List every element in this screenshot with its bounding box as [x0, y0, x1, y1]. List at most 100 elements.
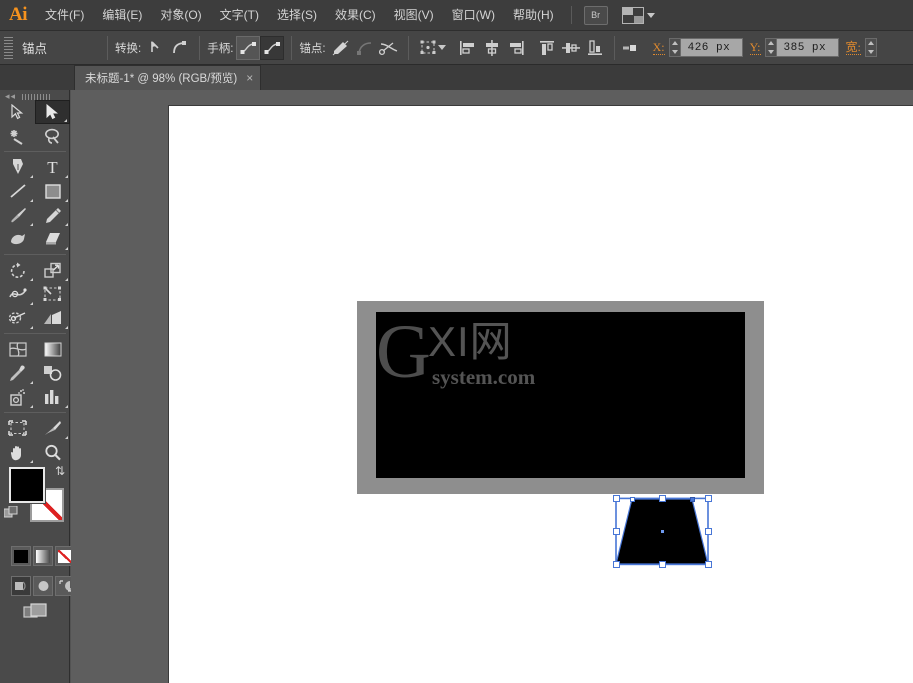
align-horizontal-center-icon[interactable]: [480, 36, 504, 60]
align-bottom-icon[interactable]: [583, 36, 607, 60]
swap-fill-stroke-icon[interactable]: ⇅: [55, 464, 65, 478]
remove-anchor-icon[interactable]: [329, 36, 353, 60]
artboard-tool[interactable]: [0, 416, 35, 440]
symbol-sprayer-tool[interactable]: [0, 385, 35, 409]
handles-label: 手柄:: [207, 42, 234, 55]
divider: [613, 35, 615, 60]
isolate-selected-object-icon[interactable]: [622, 36, 646, 60]
width-label: 宽:: [845, 39, 861, 55]
default-fill-stroke-icon[interactable]: [3, 505, 18, 520]
free-transform-tool[interactable]: [35, 282, 70, 306]
x-input[interactable]: 426 px: [680, 38, 743, 57]
menu-select[interactable]: 选择(S): [268, 4, 326, 27]
menu-object[interactable]: 对象(O): [151, 4, 210, 27]
blend-tool[interactable]: [35, 361, 70, 385]
menu-help[interactable]: 帮助(H): [504, 4, 563, 27]
lasso-tool[interactable]: [35, 124, 70, 148]
rotate-tool[interactable]: [0, 258, 35, 282]
y-stepper[interactable]: [764, 38, 777, 57]
menu-bar: Ai 文件(F) 编辑(E) 对象(O) 文字(T) 选择(S) 效果(C) 视…: [0, 0, 913, 31]
selection-handle[interactable]: [704, 528, 712, 535]
perspective-grid-tool[interactable]: [35, 306, 70, 330]
control-bar-grip[interactable]: [4, 36, 13, 59]
app-logo: Ai: [9, 4, 28, 25]
eyedropper-tool[interactable]: [0, 361, 35, 385]
selected-shape[interactable]: [169, 106, 913, 683]
divider: [407, 35, 409, 60]
y-field[interactable]: 385 px: [764, 38, 839, 57]
pen-tool[interactable]: [0, 155, 35, 179]
y-input[interactable]: 385 px: [776, 38, 839, 57]
bridge-button[interactable]: Br: [583, 5, 608, 25]
selection-handle[interactable]: [612, 495, 620, 502]
direct-selection-tool[interactable]: [35, 100, 70, 124]
transform-reference-icon[interactable]: [416, 36, 440, 60]
convert-to-smooth-icon[interactable]: [168, 36, 192, 60]
align-top-icon[interactable]: [535, 36, 559, 60]
line-segment-tool[interactable]: [0, 179, 35, 203]
show-handles-icon[interactable]: [236, 35, 261, 60]
convert-to-corner-icon[interactable]: [144, 36, 168, 60]
column-graph-tool[interactable]: [35, 385, 70, 409]
fill-stroke-swatches: ⇅: [0, 462, 70, 540]
x-stepper[interactable]: [668, 38, 681, 57]
selection-handle[interactable]: [612, 528, 620, 535]
path-anchor-point-selected[interactable]: [689, 496, 695, 502]
selection-tool[interactable]: [0, 100, 35, 124]
scale-tool[interactable]: [35, 258, 70, 282]
path-anchor-point[interactable]: [629, 496, 635, 502]
cut-path-icon[interactable]: [377, 36, 401, 60]
connect-anchor-icon[interactable]: [353, 36, 377, 60]
y-label: Y:: [749, 39, 761, 55]
menu-window[interactable]: 窗口(W): [443, 4, 504, 27]
selection-handle[interactable]: [612, 561, 620, 568]
pencil-tool[interactable]: [35, 203, 70, 227]
selection-handle[interactable]: [658, 561, 666, 568]
selection-handle[interactable]: [704, 495, 712, 502]
menu-file[interactable]: 文件(F): [36, 4, 93, 27]
gradient-mode-button[interactable]: [33, 546, 53, 566]
mesh-tool[interactable]: [0, 337, 35, 361]
align-right-icon[interactable]: [504, 36, 528, 60]
align-left-icon[interactable]: [456, 36, 480, 60]
width-stepper[interactable]: [864, 38, 877, 57]
convert-label: 转换:: [115, 42, 142, 55]
control-bar-title: 锚点: [22, 42, 48, 56]
gradient-tool[interactable]: [35, 337, 70, 361]
control-bar: 锚点 转换: 手柄: 锚点: X: 426 px Y: 385 px 宽:: [0, 31, 913, 65]
paintbrush-tool[interactable]: [0, 203, 35, 227]
color-mode-button[interactable]: [11, 546, 31, 566]
align-vertical-center-icon[interactable]: [559, 36, 583, 60]
shape-builder-tool[interactable]: [0, 306, 35, 330]
magic-wand-tool[interactable]: [0, 124, 35, 148]
artboard[interactable]: G XI网 system.com: [168, 105, 913, 683]
change-screen-mode-button[interactable]: [23, 602, 49, 622]
anchor-label: 锚点:: [299, 42, 326, 55]
menu-edit[interactable]: 编辑(E): [93, 4, 151, 27]
type-tool[interactable]: T: [35, 155, 70, 179]
fill-swatch[interactable]: [8, 466, 46, 504]
zoom-tool[interactable]: [35, 440, 70, 464]
color-mode-row: [11, 546, 75, 566]
eraser-tool[interactable]: [35, 227, 70, 251]
draw-normal-button[interactable]: [11, 576, 31, 596]
rectangle-tool[interactable]: [35, 179, 70, 203]
menu-view[interactable]: 视图(V): [385, 4, 443, 27]
hide-handles-icon[interactable]: [260, 35, 285, 60]
canvas-area[interactable]: G XI网 system.com: [71, 90, 913, 683]
x-field[interactable]: 426 px: [668, 38, 743, 57]
slice-tool[interactable]: [35, 416, 70, 440]
chevron-down-icon: [646, 12, 655, 18]
selection-center-point: [660, 530, 664, 533]
selection-handle[interactable]: [658, 495, 666, 502]
close-icon[interactable]: ×: [246, 72, 253, 84]
blob-brush-tool[interactable]: [0, 227, 35, 251]
workspace-switcher[interactable]: [621, 6, 655, 24]
width-tool[interactable]: [0, 282, 35, 306]
menu-effect[interactable]: 效果(C): [326, 4, 385, 27]
draw-behind-button[interactable]: [33, 576, 53, 596]
selection-handle[interactable]: [704, 561, 712, 568]
menu-type[interactable]: 文字(T): [211, 4, 268, 27]
hand-tool[interactable]: [0, 440, 35, 464]
document-tab[interactable]: 未标题-1* @ 98% (RGB/预览) ×: [74, 65, 262, 90]
